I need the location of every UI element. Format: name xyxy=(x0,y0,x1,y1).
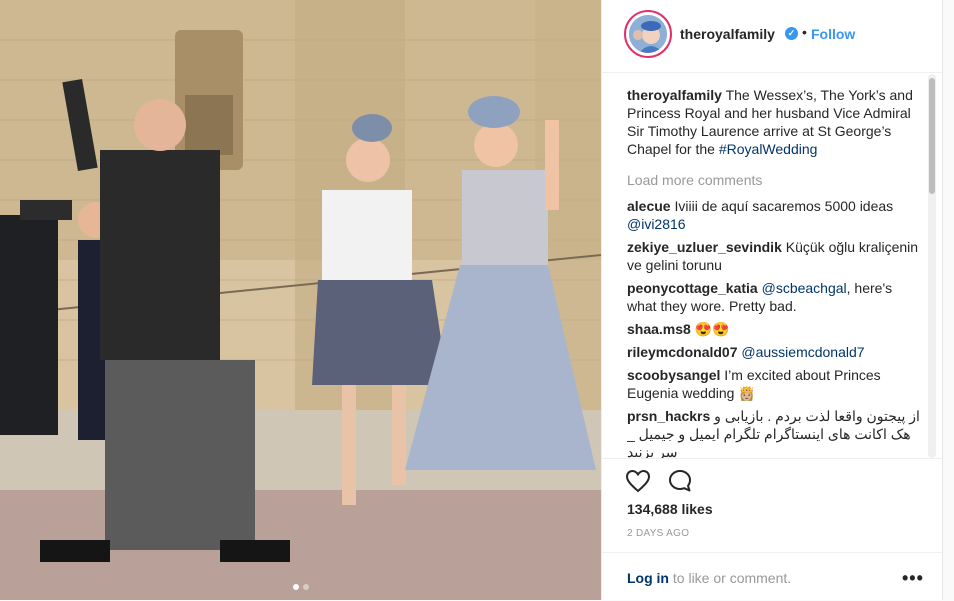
header-separator: • xyxy=(802,24,807,40)
header-username[interactable]: theroyalfamily xyxy=(680,26,775,42)
post-footer: Log in to like or comment. ••• xyxy=(602,552,943,601)
caption-username[interactable]: theroyalfamily xyxy=(627,87,722,103)
comment-username[interactable]: shaa.ms8 xyxy=(627,321,691,337)
comment-mention[interactable]: @aussiemcdonald7 xyxy=(741,344,864,360)
carousel-dots xyxy=(0,584,601,590)
comment-item: alecue Iviiii de aquí sacaremos 5000 ide… xyxy=(627,197,925,233)
comment-username[interactable]: alecue xyxy=(627,198,671,214)
scrollbar-thumb[interactable] xyxy=(929,78,935,194)
caption-hashtag[interactable]: #RoyalWedding xyxy=(719,141,818,157)
comment-item: rileymcdonald07 @aussiemcdonald7 xyxy=(627,343,925,361)
login-prompt: Log in to like or comment. xyxy=(627,570,791,586)
post-sidebar: theroyalfamily ✓ • Follow theroyalfamily… xyxy=(601,0,943,600)
load-more-comments[interactable]: Load more comments xyxy=(627,171,925,189)
post-header: theroyalfamily ✓ • Follow xyxy=(602,0,943,73)
comment-username[interactable]: peonycottage_katia xyxy=(627,280,758,296)
comment-mention[interactable]: @ivi2816 xyxy=(627,216,686,232)
comments-list[interactable]: theroyalfamily The Wessex’s, The York’s … xyxy=(627,86,925,458)
comment-username[interactable]: prsn_hackrs xyxy=(627,408,710,424)
comment-username[interactable]: scoobysangel xyxy=(627,367,720,383)
action-bar xyxy=(602,458,943,503)
comment-item: zekiye_uzluer_sevindik Küçük oğlu kraliç… xyxy=(627,238,925,274)
comment-text: 😍😍 xyxy=(694,321,730,337)
avatar-image xyxy=(629,15,667,53)
avatar[interactable] xyxy=(624,10,672,58)
likes-count[interactable]: 134,688 likes xyxy=(627,501,713,517)
instagram-post: theroyalfamily ✓ • Follow theroyalfamily… xyxy=(0,0,954,600)
carousel-dot-1[interactable] xyxy=(292,584,299,590)
comment-username[interactable]: zekiye_uzluer_sevindik xyxy=(627,239,782,255)
carousel-dot-2[interactable] xyxy=(302,584,309,590)
login-link[interactable]: Log in xyxy=(627,570,669,586)
photo-illustration xyxy=(0,0,601,600)
comment-icon[interactable] xyxy=(666,467,694,495)
comment-item: shaa.ms8 😍😍 xyxy=(627,320,925,338)
comment-mention[interactable]: @scbeachgal xyxy=(762,280,847,296)
comment-item: peonycottage_katia @scbeachgal, here's w… xyxy=(627,279,925,315)
window-edge xyxy=(942,0,954,600)
comment-username[interactable]: rileymcdonald07 xyxy=(627,344,738,360)
login-rest: to like or comment. xyxy=(669,570,792,586)
post-timestamp[interactable]: 2 DAYS AGO xyxy=(627,528,689,539)
comment-text: Iviiii de aquí sacaremos 5000 ideas xyxy=(674,198,894,214)
verified-badge-icon: ✓ xyxy=(785,27,798,40)
more-options-icon[interactable]: ••• xyxy=(902,568,924,589)
post-photo[interactable] xyxy=(0,0,601,600)
caption: theroyalfamily The Wessex’s, The York’s … xyxy=(627,86,925,158)
comments-scrollbar[interactable] xyxy=(928,74,936,458)
heart-icon[interactable] xyxy=(624,467,652,495)
follow-button[interactable]: Follow xyxy=(811,26,855,42)
comment-item: prsn_hackrs از پیجتون واقعا لذت بردم . ب… xyxy=(627,407,925,458)
avatar-icon xyxy=(629,15,667,53)
comment-item: scoobysangel I’m excited about Princes E… xyxy=(627,366,925,402)
